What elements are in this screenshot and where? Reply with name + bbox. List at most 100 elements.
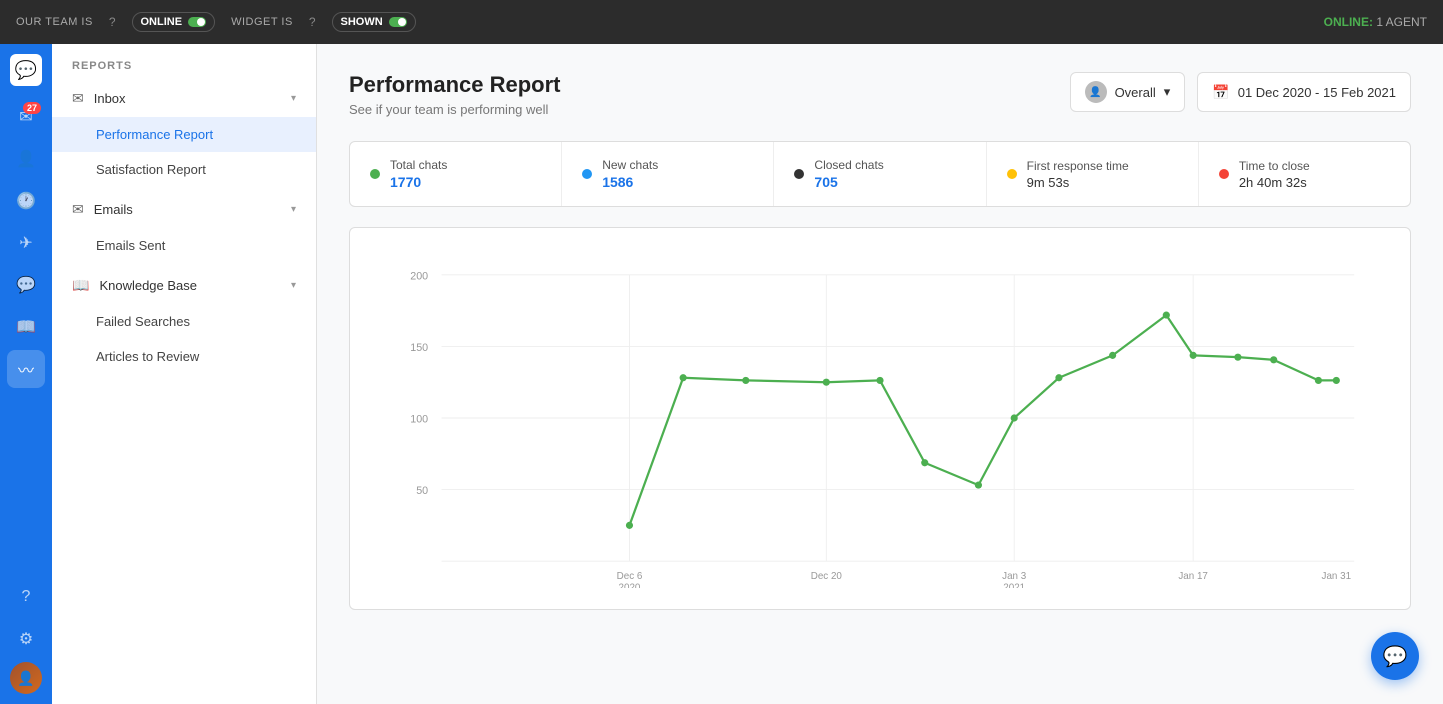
sidebar-group-emails-left: ✉ Emails [72,201,133,218]
first-response-dot [1007,169,1017,179]
agent-count: 1 AGENT [1376,15,1427,29]
svg-text:2020: 2020 [619,583,641,588]
time-close-dot [1219,169,1229,179]
time-close-content: Time to close 2h 40m 32s [1239,159,1310,190]
overall-filter[interactable]: 👤 Overall ▾ [1070,72,1186,112]
sidebar-icon-chat[interactable]: 💬 [7,266,45,304]
topbar-right: ONLINE: 1 AGENT [1324,15,1427,29]
chat-widget-icon: 💬 [1383,644,1408,669]
widget-toggle[interactable]: SHOWN [332,12,416,32]
user-avatar[interactable]: 👤 [10,662,42,694]
sidebar-group-kb-left: 📖 Knowledge Base [72,277,197,294]
svg-text:50: 50 [416,485,428,497]
team-label: OUR TEAM IS [16,16,93,28]
chat-widget[interactable]: 💬 [1371,632,1419,680]
articles-review-label: Articles to Review [96,349,199,364]
chart-container: 200 150 100 50 Dec 6 2020 Dec 20 Jan 3 2… [349,227,1411,610]
total-chats-dot [370,169,380,179]
svg-text:Dec 6: Dec 6 [617,571,643,582]
inbox-chevron: ▾ [291,93,296,104]
sidebar-group-inbox-header[interactable]: ✉ Inbox ▾ [52,80,316,117]
svg-text:200: 200 [410,270,428,282]
stat-total-chats: Total chats 1770 [350,142,562,206]
total-chats-label: Total chats [390,158,447,172]
stat-closed-chats: Closed chats 705 [774,142,986,206]
sidebar-item-performance-report[interactable]: Performance Report [52,117,316,152]
settings-icon: ⚙ [19,629,33,649]
kb-group-label: Knowledge Base [99,278,197,293]
reports-icon: 〰 [18,357,34,381]
new-chats-value[interactable]: 1586 [602,174,658,190]
new-chats-dot [582,169,592,179]
overall-avatar: 👤 [1085,81,1107,103]
widget-help-icon[interactable]: ? [309,15,316,29]
emails-sent-label: Emails Sent [96,238,165,253]
performance-report-label: Performance Report [96,127,213,142]
closed-chats-value[interactable]: 705 [814,174,883,190]
time-close-label: Time to close [1239,159,1310,173]
inbox-group-label: Inbox [94,91,126,106]
sidebar-icon-history[interactable]: 🕐 [7,182,45,220]
stats-row: Total chats 1770 New chats 1586 Closed c… [349,141,1411,207]
sidebar-icon-inbox[interactable]: ✉ 27 [7,98,45,136]
calendar-icon: 📅 [1212,84,1229,101]
content-area: Performance Report See if your team is p… [317,44,1443,704]
sidebar-icon-reports[interactable]: 〰 [7,350,45,388]
sidebar-group-emails: ✉ Emails ▾ Emails Sent [52,191,316,263]
team-toggle[interactable]: ONLINE [132,12,216,32]
overall-chevron: ▾ [1164,84,1171,100]
kb-chevron: ▾ [291,280,296,291]
page-header: Performance Report See if your team is p… [349,72,1411,117]
svg-text:100: 100 [410,413,428,425]
sidebar-group-emails-header[interactable]: ✉ Emails ▾ [52,191,316,228]
topbar: OUR TEAM IS ? ONLINE WIDGET IS ? SHOWN O… [0,0,1443,44]
sidebar-item-satisfaction-report[interactable]: Satisfaction Report [52,152,316,187]
sidebar-section-header: REPORTS [52,44,316,80]
sidebar-icon-settings[interactable]: ⚙ [7,620,45,658]
sidebar-icon-books[interactable]: 📖 [7,308,45,346]
first-response-label: First response time [1027,159,1129,173]
stat-time-to-close: Time to close 2h 40m 32s [1199,142,1410,206]
emails-group-label: Emails [94,202,133,217]
svg-text:Jan 31: Jan 31 [1322,571,1352,582]
app-logo[interactable]: 💬 [10,54,42,86]
sidebar-icon-send[interactable]: ✈ [7,224,45,262]
total-chats-content: Total chats 1770 [390,158,447,190]
topbar-left: OUR TEAM IS ? ONLINE WIDGET IS ? SHOWN [16,12,416,32]
closed-chats-content: Closed chats 705 [814,158,883,190]
send-icon: ✈ [19,233,32,253]
sidebar-icon-contacts[interactable]: 👤 [7,140,45,178]
sidebar-item-emails-sent[interactable]: Emails Sent [52,228,316,263]
new-chats-label: New chats [602,158,658,172]
svg-text:150: 150 [410,342,428,354]
team-status: ONLINE [141,16,183,28]
time-close-value: 2h 40m 32s [1239,175,1310,190]
sidebar-group-inbox-left: ✉ Inbox [72,90,126,107]
first-response-content: First response time 9m 53s [1027,159,1129,190]
app-logo-icon: 💬 [15,60,37,81]
team-help-icon[interactable]: ? [109,15,116,29]
emails-chevron: ▾ [291,204,296,215]
svg-text:Dec 20: Dec 20 [811,571,843,582]
widget-status: SHOWN [341,16,383,28]
total-chats-value[interactable]: 1770 [390,174,447,190]
first-response-value: 9m 53s [1027,175,1129,190]
sidebar-icon-help[interactable]: ? [7,578,45,616]
date-filter[interactable]: 📅 01 Dec 2020 - 15 Feb 2021 [1197,72,1411,112]
inbox-group-icon: ✉ [72,90,84,107]
sidebar-group-inbox: ✉ Inbox ▾ Performance Report Satisfactio… [52,80,316,187]
team-toggle-dot [188,17,206,27]
contacts-icon: 👤 [16,149,36,169]
sidebar-item-failed-searches[interactable]: Failed Searches [52,304,316,339]
history-icon: 🕐 [16,191,36,211]
chat-icon: 💬 [16,275,36,295]
new-chats-content: New chats 1586 [602,158,658,190]
widget-label: WIDGET IS [231,16,293,28]
failed-searches-label: Failed Searches [96,314,190,329]
overall-label: Overall [1115,85,1156,100]
page-header-left: Performance Report See if your team is p… [349,72,561,117]
sidebar-group-kb-header[interactable]: 📖 Knowledge Base ▾ [52,267,316,304]
page-header-right: 👤 Overall ▾ 📅 01 Dec 2020 - 15 Feb 2021 [1070,72,1411,112]
main-layout: 💬 ✉ 27 👤 🕐 ✈ 💬 📖 〰 ? ⚙ [0,44,1443,704]
sidebar-item-articles-review[interactable]: Articles to Review [52,339,316,374]
